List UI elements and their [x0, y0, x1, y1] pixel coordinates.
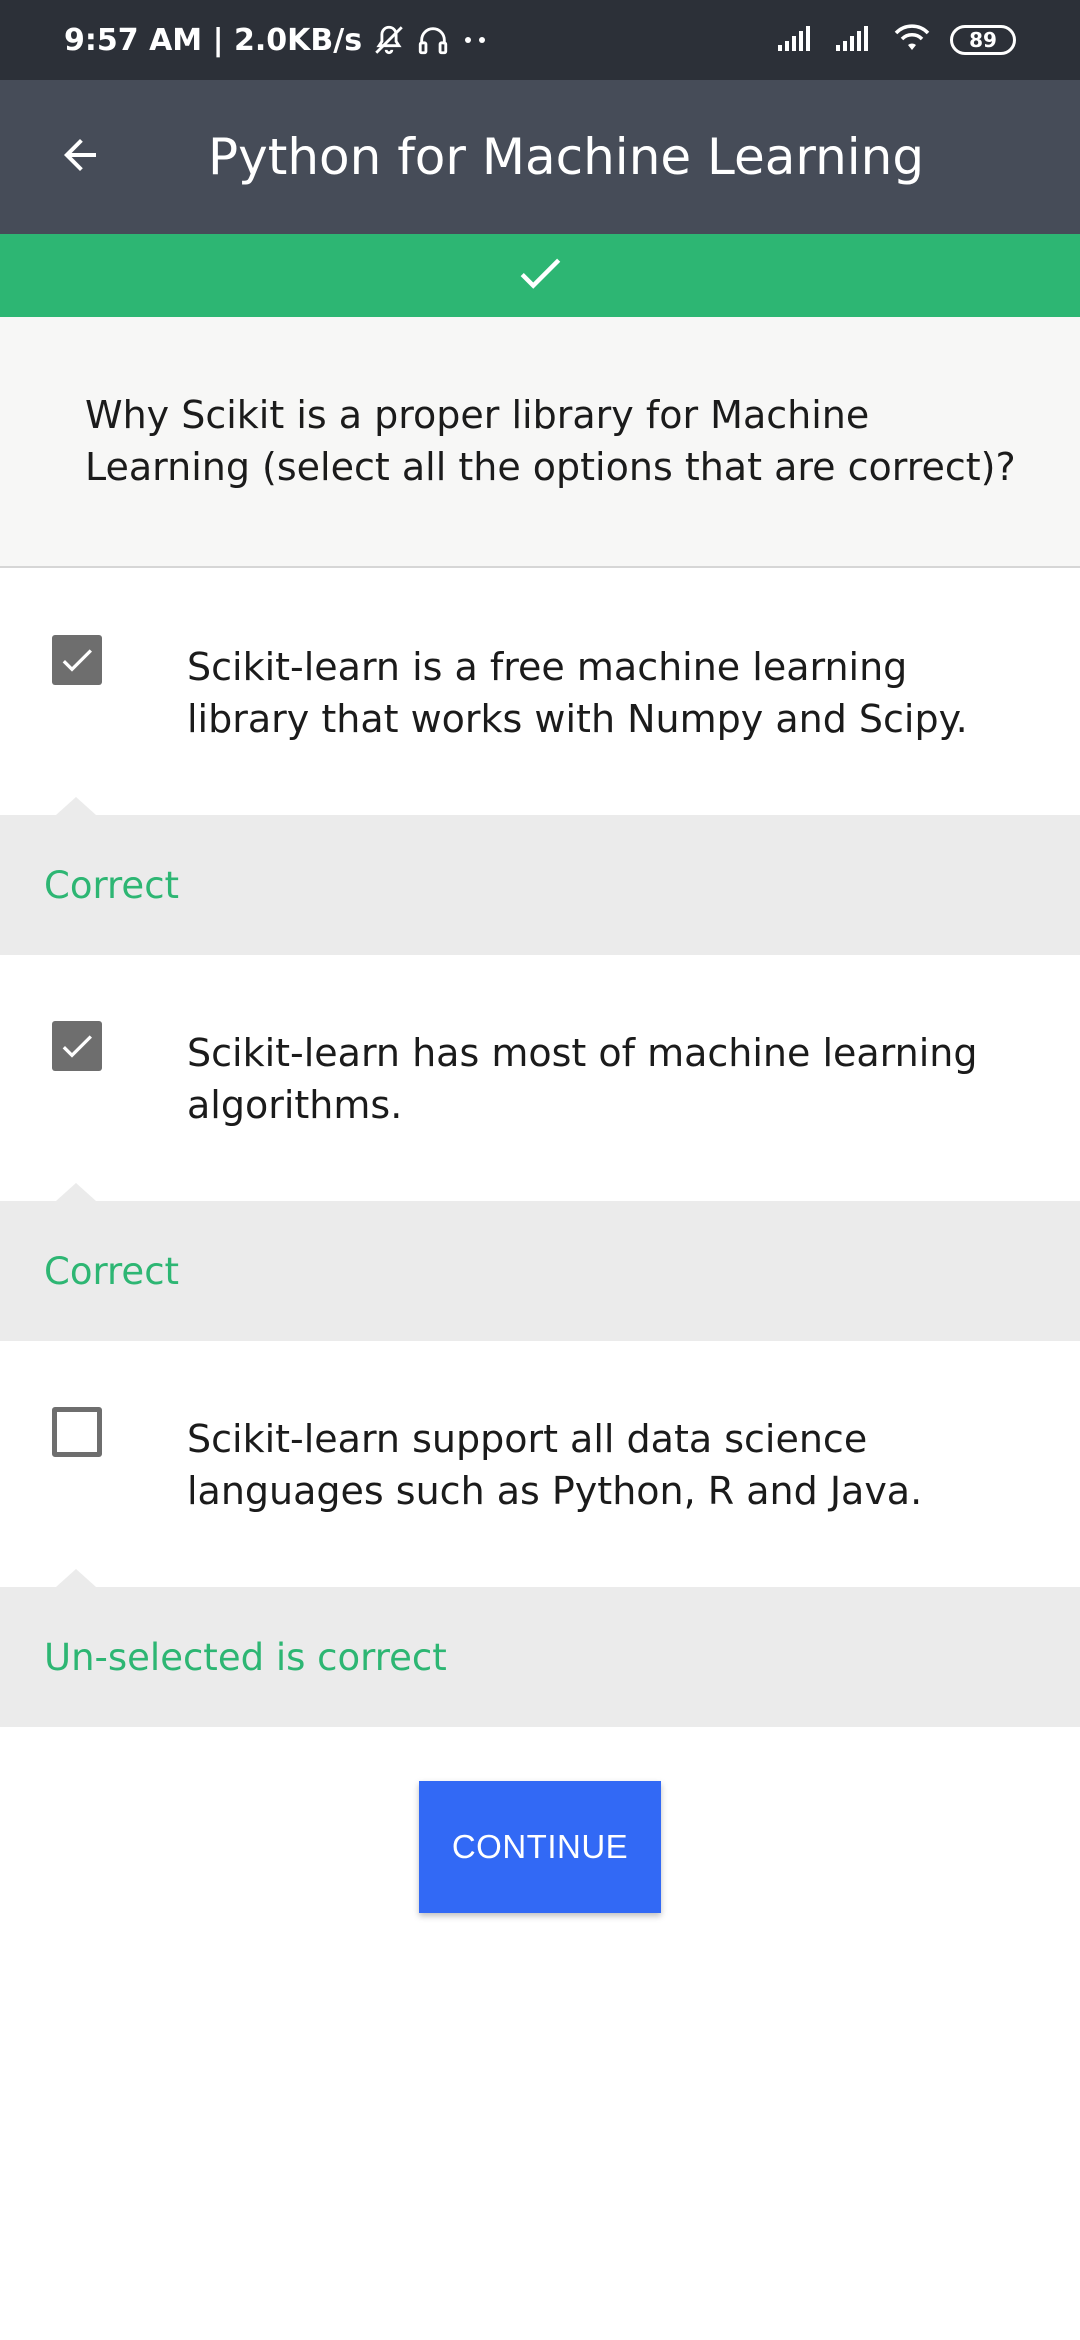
back-button[interactable]: [40, 117, 120, 197]
feedback-pointer: [56, 1183, 96, 1201]
bell-off-icon: [372, 23, 406, 57]
option-item[interactable]: Scikit-learn is a free machine learning …: [0, 569, 1080, 815]
feedback-panel: Correct: [0, 797, 1080, 955]
battery-level: 89: [969, 28, 997, 52]
status-time: 9:57 AM | 2.0KB/s: [64, 22, 363, 58]
checkmark-icon: [62, 1035, 92, 1058]
status-left: 9:57 AM | 2.0KB/s: [64, 0, 490, 80]
option-text: Scikit-learn has most of machine learnin…: [187, 1031, 978, 1127]
option-text: Scikit-learn is a free machine learning …: [187, 645, 968, 741]
quiz-screen: 9:57 AM | 2.0KB/s 89 Python for Machine …: [0, 0, 1080, 2340]
headset-icon: [416, 23, 450, 57]
option-item[interactable]: Scikit-learn support all data science la…: [0, 1341, 1080, 1587]
option-text: Scikit-learn support all data science la…: [187, 1417, 923, 1513]
question-text: Why Scikit is a proper library for Machi…: [85, 393, 1016, 489]
page-title: Python for Machine Learning: [208, 128, 925, 186]
continue-button[interactable]: CONTINUE: [419, 1781, 661, 1913]
success-banner: [0, 234, 1080, 317]
feedback-text: Correct: [44, 1249, 180, 1293]
feedback-panel: Un-selected is correct: [0, 1569, 1080, 1727]
battery-icon: 89: [950, 25, 1016, 55]
feedback-pointer: [56, 1569, 96, 1587]
more-dots-icon: [460, 30, 490, 50]
signal-icon: [776, 23, 816, 58]
arrow-left-icon: [56, 131, 104, 184]
checkbox-checked[interactable]: [52, 635, 102, 685]
checkmark-icon: [513, 246, 567, 305]
wifi-icon: [892, 23, 932, 58]
feedback-text: Correct: [44, 863, 180, 907]
question-box: Why Scikit is a proper library for Machi…: [0, 317, 1080, 568]
option-item[interactable]: Scikit-learn has most of machine learnin…: [0, 955, 1080, 1201]
feedback-pointer: [56, 797, 96, 815]
feedback-panel: Correct: [0, 1183, 1080, 1341]
signal-icon: [834, 23, 874, 58]
app-bar: Python for Machine Learning: [0, 80, 1080, 234]
status-bar: 9:57 AM | 2.0KB/s 89: [0, 0, 1080, 80]
checkbox-unchecked[interactable]: [52, 1407, 102, 1457]
feedback-text: Un-selected is correct: [44, 1635, 447, 1679]
status-right: 89: [776, 0, 1016, 80]
checkmark-icon: [62, 649, 92, 672]
checkbox-checked[interactable]: [52, 1021, 102, 1071]
